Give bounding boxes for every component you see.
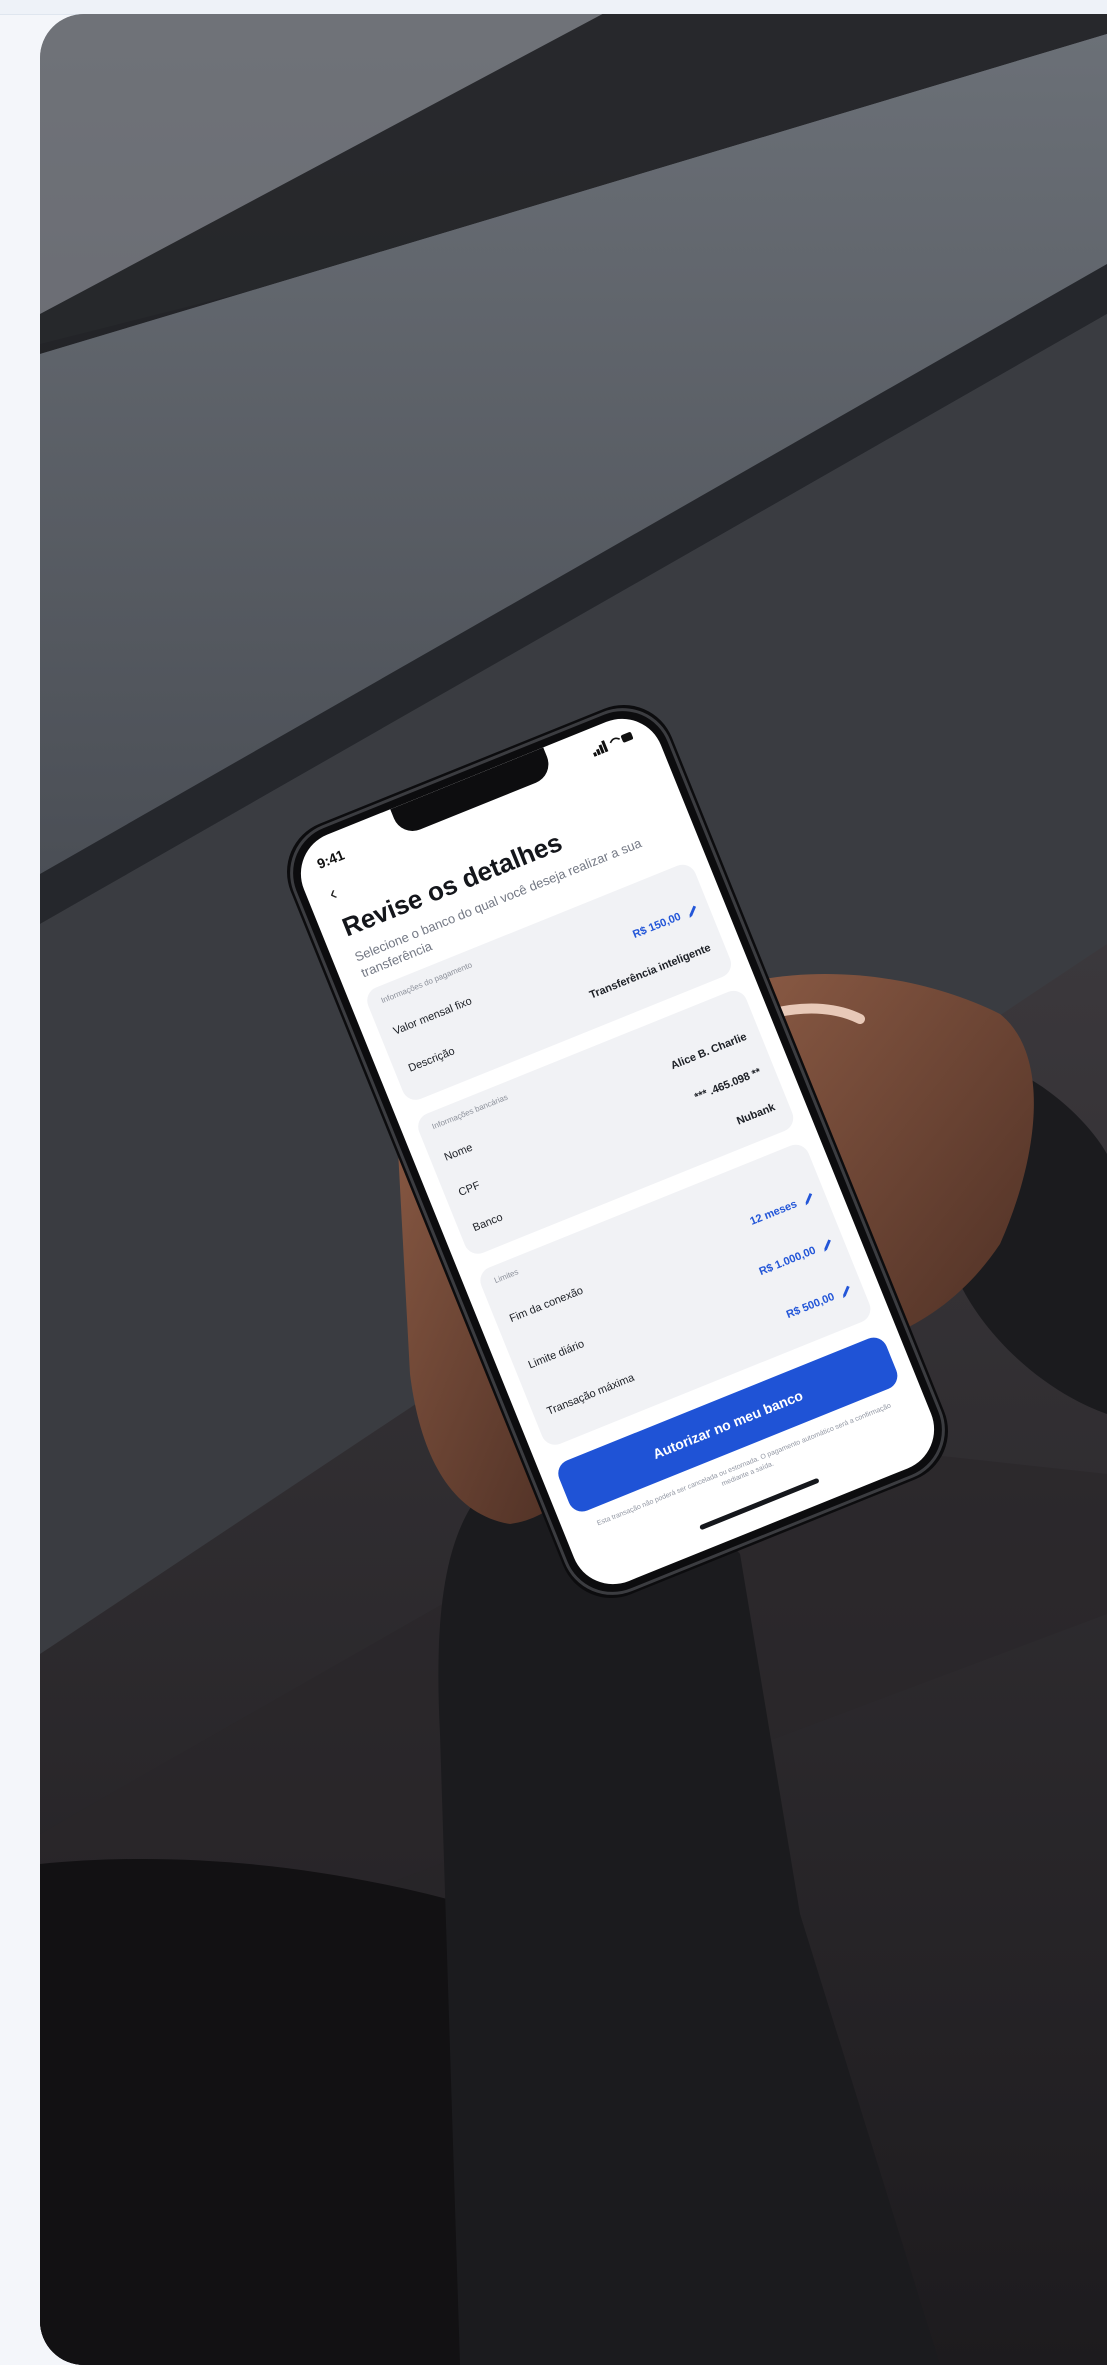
bank-info-label: Informações bancárias [430,1092,510,1132]
row-label: Nome [442,1141,475,1164]
max-transaction-value: R$ 500,00 [784,1290,837,1322]
daily-limit-value: R$ 1.000,00 [757,1244,818,1279]
hero-photo: 9:41 ‹ Revise os detalhes Selecione o ba… [40,14,1107,2365]
monthly-value: R$ 150,00 [631,910,683,941]
cpf-value: *** .465.098 ** [693,1066,763,1104]
pencil-icon[interactable] [800,1190,818,1208]
row-label: Transação máxima [545,1371,637,1418]
pencil-icon[interactable] [818,1236,836,1254]
back-button[interactable]: ‹ [326,882,341,906]
top-divider [0,0,1107,15]
pencil-icon[interactable] [837,1282,855,1300]
row-label: CPF [456,1179,482,1199]
row-label: Limite diário [526,1338,587,1372]
pencil-icon[interactable] [683,902,701,920]
signal-wifi-battery-icon [593,732,634,757]
row-label: Descrição [406,1045,457,1075]
row-label: Banco [471,1211,505,1235]
status-time: 9:41 [314,846,347,872]
bank-value: Nubank [735,1101,777,1128]
description-value: Transferência inteligente [587,941,713,1002]
row-label: Fim da conexão [507,1284,585,1326]
connection-end-value: 12 meses [748,1198,799,1228]
name-value: Alice B. Charlie [669,1030,749,1073]
chevron-left-icon: ‹ [325,882,341,906]
limits-label: Limites [492,1267,520,1286]
row-label: Valor mensal fixo [391,995,474,1038]
